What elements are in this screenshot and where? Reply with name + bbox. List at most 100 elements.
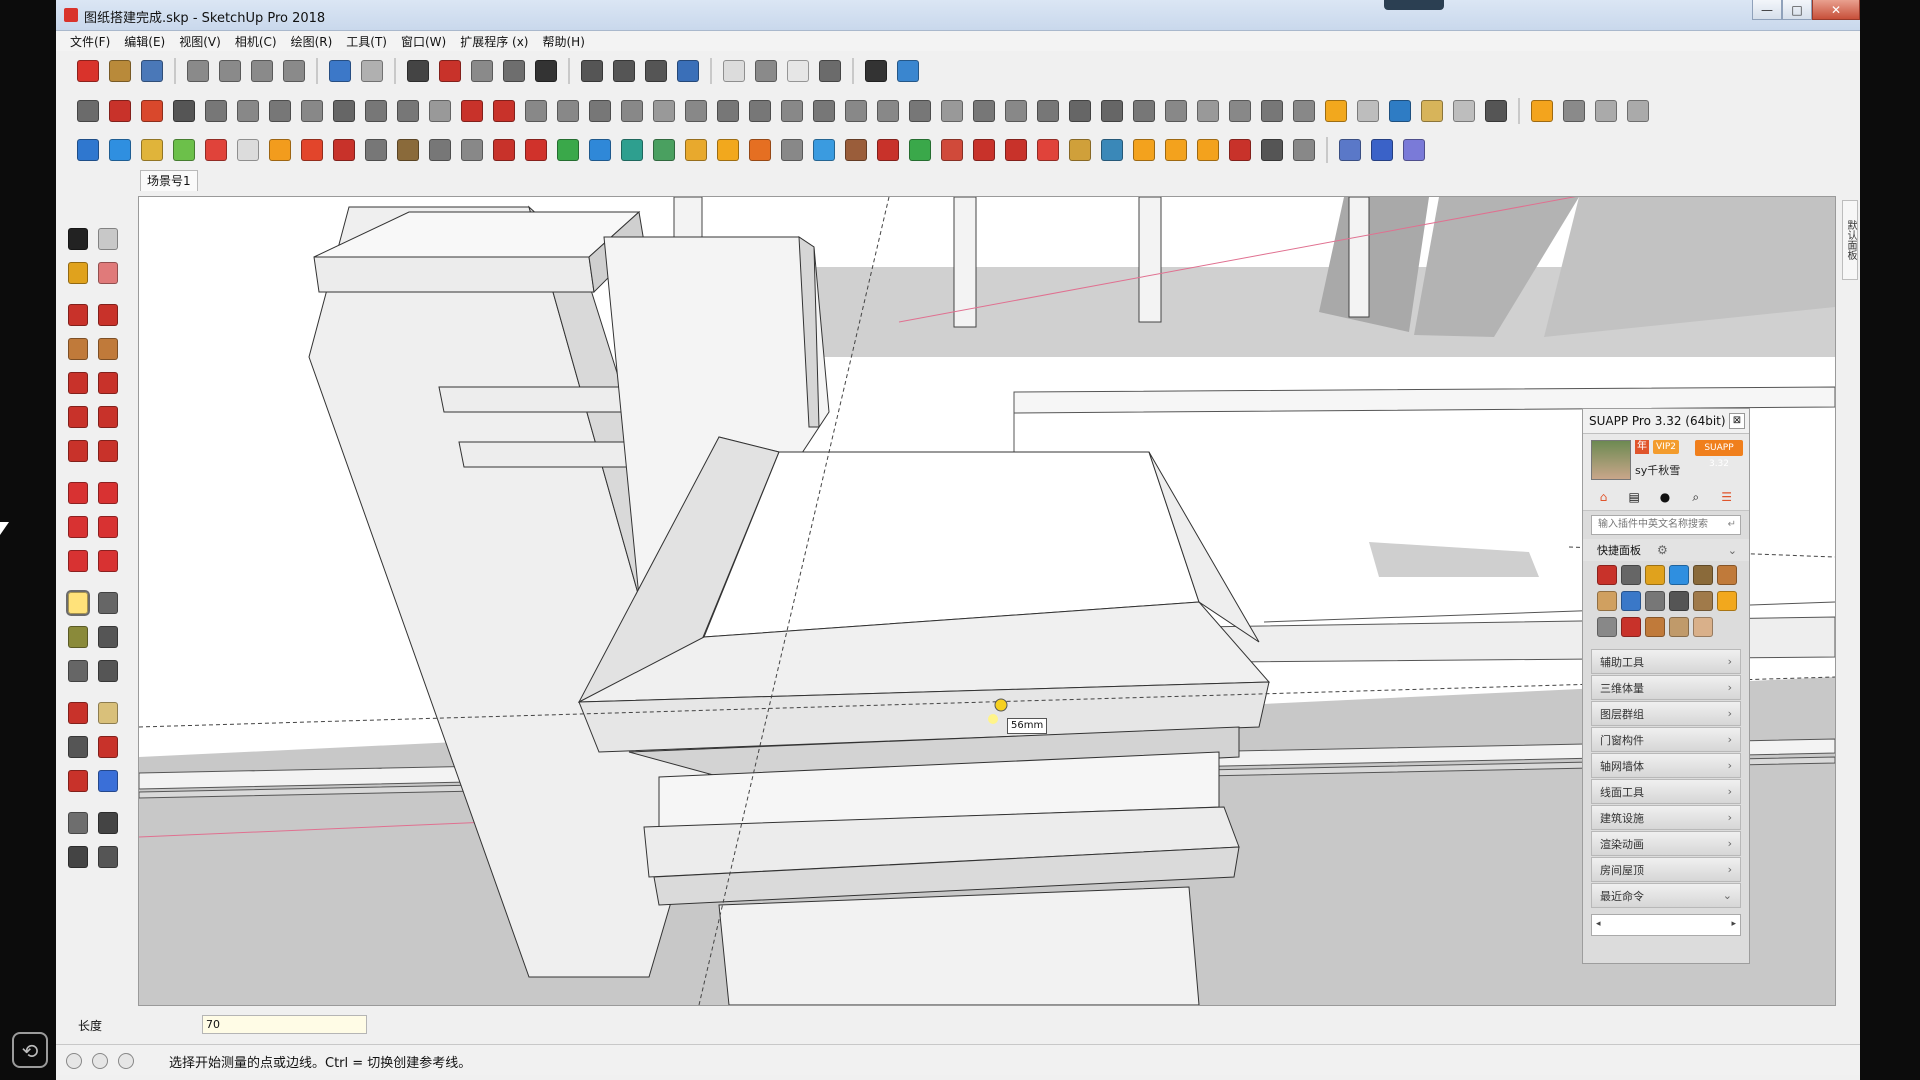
toolbar-tool-icon[interactable] (1453, 100, 1475, 122)
category-item[interactable]: 图层群组 › (1591, 701, 1741, 726)
toolbar-tool-icon[interactable] (685, 139, 707, 161)
category-item[interactable]: 三维体量 › (1591, 675, 1741, 700)
toolbar-tool-icon[interactable] (1485, 100, 1507, 122)
menu-icon[interactable]: ☰ (1718, 488, 1735, 506)
toolbar-tool-icon[interactable] (589, 139, 611, 161)
tool-icon[interactable] (98, 372, 118, 394)
quick-tool-icon[interactable] (1717, 591, 1737, 611)
menu-view[interactable]: 视图(V) (179, 33, 221, 50)
avatar[interactable] (1591, 440, 1631, 480)
toolbar-tool-icon[interactable] (1037, 100, 1059, 122)
toolbar-tool-icon[interactable] (865, 60, 887, 82)
tool-icon[interactable] (98, 440, 118, 462)
toolbar-tool-icon[interactable] (1165, 100, 1187, 122)
toolbar-tool-icon[interactable] (621, 139, 643, 161)
toolbar-tool-icon[interactable] (1005, 139, 1027, 161)
toolbar-tool-icon[interactable] (1563, 100, 1585, 122)
toolbar-tool-icon[interactable] (219, 60, 241, 82)
toolbar-tool-icon[interactable] (653, 139, 675, 161)
tool-icon[interactable] (98, 338, 118, 360)
toolbar-tool-icon[interactable] (503, 60, 525, 82)
quick-tool-icon[interactable] (1669, 591, 1689, 611)
toolbar-tool-icon[interactable] (557, 100, 579, 122)
menu-window[interactable]: 窗口(W) (401, 33, 446, 50)
toolbar-tool-icon[interactable] (677, 60, 699, 82)
tool-icon[interactable] (68, 228, 88, 250)
toolbar-tool-icon[interactable] (407, 60, 429, 82)
toolbar-tool-icon[interactable] (109, 100, 131, 122)
toolbar-tool-icon[interactable] (187, 60, 209, 82)
quick-tool-icon[interactable] (1597, 591, 1617, 611)
tool-icon[interactable] (98, 406, 118, 428)
toolbar-tool-icon[interactable] (333, 100, 355, 122)
user-account-icon[interactable] (118, 1053, 134, 1069)
tool-icon[interactable] (68, 482, 88, 504)
toolbar-tool-icon[interactable] (589, 100, 611, 122)
toolbar-tool-icon[interactable] (329, 60, 351, 82)
tool-icon[interactable] (98, 550, 118, 572)
tool-icon[interactable] (98, 304, 118, 326)
quick-tool-icon[interactable] (1693, 617, 1713, 637)
category-item[interactable]: 最近命令 ⌄ (1591, 883, 1741, 908)
toolbar-tool-icon[interactable] (621, 100, 643, 122)
toolbar-tool-icon[interactable] (781, 139, 803, 161)
toolbar-tool-icon[interactable] (77, 100, 99, 122)
toolbar-tool-icon[interactable] (141, 100, 163, 122)
toolbar-tool-icon[interactable] (205, 100, 227, 122)
minimize-button[interactable]: — (1752, 0, 1782, 20)
version-badge[interactable]: SUAPP 3.32 (1695, 440, 1743, 469)
toolbar-tool-icon[interactable] (361, 60, 383, 82)
toolbar-tool-icon[interactable] (941, 100, 963, 122)
toolbar-tool-icon[interactable] (1371, 139, 1393, 161)
panel-scrollbar[interactable]: ◂ ▸ (1591, 914, 1741, 936)
toolbar-tool-icon[interactable] (429, 100, 451, 122)
toolbar-tool-icon[interactable] (141, 60, 163, 82)
quick-tool-icon[interactable] (1645, 617, 1665, 637)
toolbar-tool-icon[interactable] (723, 60, 745, 82)
tool-icon[interactable] (68, 372, 88, 394)
category-item[interactable]: 门窗构件 › (1591, 727, 1741, 752)
toolbar-tool-icon[interactable] (1261, 139, 1283, 161)
tool-icon[interactable] (68, 516, 88, 538)
menu-extensions[interactable]: 扩展程序 (x) (460, 33, 528, 50)
tool-icon[interactable] (68, 702, 88, 724)
chevron-down-icon[interactable]: ⌄ (1728, 544, 1737, 557)
tool-icon[interactable] (98, 736, 118, 758)
toolbar-tool-icon[interactable] (787, 60, 809, 82)
toolbar-tool-icon[interactable] (1293, 100, 1315, 122)
toolbar-tool-icon[interactable] (141, 139, 163, 161)
menu-file[interactable]: 文件(F) (70, 33, 110, 50)
toolbar-tool-icon[interactable] (897, 60, 919, 82)
menu-draw[interactable]: 绘图(R) (291, 33, 333, 50)
toolbar-tool-icon[interactable] (973, 100, 995, 122)
toolbar-tool-icon[interactable] (1293, 139, 1315, 161)
toolbar-tool-icon[interactable] (109, 139, 131, 161)
toolbar-tool-icon[interactable] (493, 100, 515, 122)
toolbar-tool-icon[interactable] (365, 100, 387, 122)
toolbar-tool-icon[interactable] (301, 100, 323, 122)
category-item[interactable]: 线面工具 › (1591, 779, 1741, 804)
toolbar-tool-icon[interactable] (429, 139, 451, 161)
panel-close-icon[interactable]: ⊠ (1729, 413, 1745, 429)
tool-icon[interactable] (68, 736, 88, 758)
tool-icon[interactable] (98, 626, 118, 648)
toolbar-tool-icon[interactable] (1133, 139, 1155, 161)
toolbar-tool-icon[interactable] (1229, 139, 1251, 161)
tool-icon[interactable] (68, 304, 88, 326)
tool-icon[interactable] (98, 770, 118, 792)
home-icon[interactable]: ⌂ (1595, 488, 1612, 506)
tool-icon[interactable] (68, 262, 88, 284)
toolbar-tool-icon[interactable] (645, 60, 667, 82)
toolbar-tool-icon[interactable] (1037, 139, 1059, 161)
close-button[interactable]: ✕ (1812, 0, 1860, 20)
toolbar-tool-icon[interactable] (461, 139, 483, 161)
tool-icon[interactable] (68, 440, 88, 462)
tool-icon[interactable] (98, 812, 118, 834)
quick-tool-icon[interactable] (1597, 565, 1617, 585)
toolbar-tool-icon[interactable] (251, 60, 273, 82)
toolbar-tool-icon[interactable] (1421, 100, 1443, 122)
toolbar-tool-icon[interactable] (173, 139, 195, 161)
category-item[interactable]: 建筑设施 › (1591, 805, 1741, 830)
toolbar-tool-icon[interactable] (1197, 100, 1219, 122)
menu-tools[interactable]: 工具(T) (346, 33, 387, 50)
